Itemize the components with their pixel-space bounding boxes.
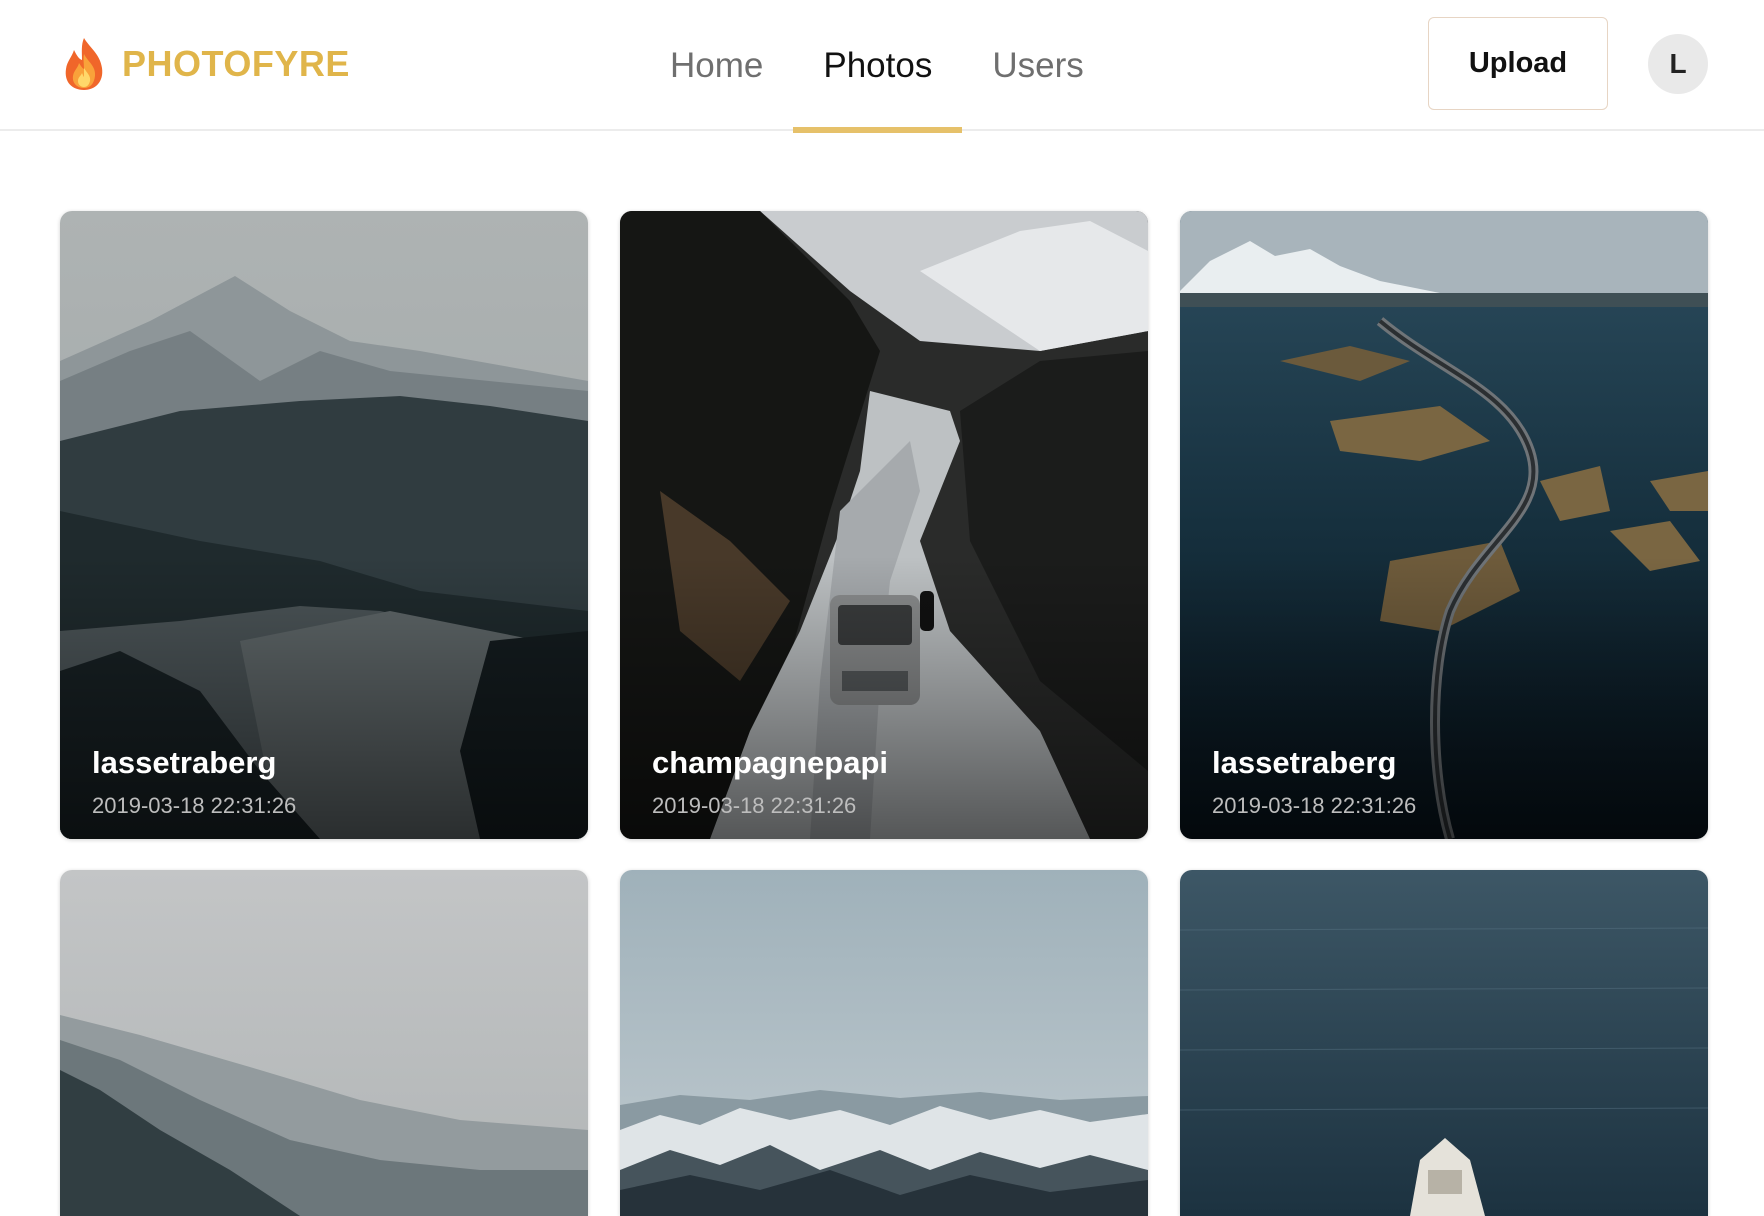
photo-caption: lassetraberg 2019-03-18 22:31:26 [92, 745, 296, 819]
photo-image [620, 870, 1148, 1216]
photo-date: 2019-03-18 22:31:26 [92, 793, 297, 818]
nav-photos-label: Photos [823, 45, 933, 85]
photo-date: 2019-03-18 22:31:26 [1212, 793, 1417, 818]
upload-button[interactable]: Upload [1428, 17, 1608, 110]
photo-card[interactable]: lassetraberg 2019-03-18 22:31:26 [1180, 211, 1708, 839]
photo-date: 2019-03-18 22:31:26 [652, 793, 857, 818]
user-avatar[interactable]: L [1648, 34, 1708, 94]
active-tab-indicator [793, 127, 963, 133]
photo-author: lassetraberg [1212, 745, 1397, 780]
brand-name: PHOTOFYRE [122, 43, 350, 84]
top-navbar: PHOTOFYRE Home Photos Users Upload L [0, 0, 1764, 133]
photo-author: champagnepapi [652, 745, 888, 780]
photo-card[interactable]: lassetraberg 2019-03-18 22:31:26 [60, 211, 588, 839]
photo-card[interactable] [60, 870, 588, 1216]
photo-image [1180, 870, 1708, 1216]
photo-card[interactable] [620, 870, 1148, 1216]
main-nav: Home Photos Users [640, 0, 1114, 133]
nav-users[interactable]: Users [962, 0, 1113, 131]
photo-card[interactable]: champagnepapi 2019-03-18 22:31:26 [620, 211, 1148, 839]
photo-caption: lassetraberg 2019-03-18 22:31:26 [1212, 745, 1416, 819]
nav-photos[interactable]: Photos [793, 0, 963, 133]
photo-card[interactable] [1180, 870, 1708, 1216]
photo-caption: champagnepapi 2019-03-18 22:31:26 [652, 745, 888, 819]
nav-users-label: Users [992, 45, 1084, 85]
flame-icon [65, 38, 103, 90]
nav-home[interactable]: Home [640, 0, 793, 131]
photo-author: lassetraberg [92, 745, 277, 780]
photo-image [60, 870, 588, 1216]
nav-home-label: Home [670, 45, 764, 85]
brand-logo[interactable]: PHOTOFYRE [60, 34, 350, 94]
